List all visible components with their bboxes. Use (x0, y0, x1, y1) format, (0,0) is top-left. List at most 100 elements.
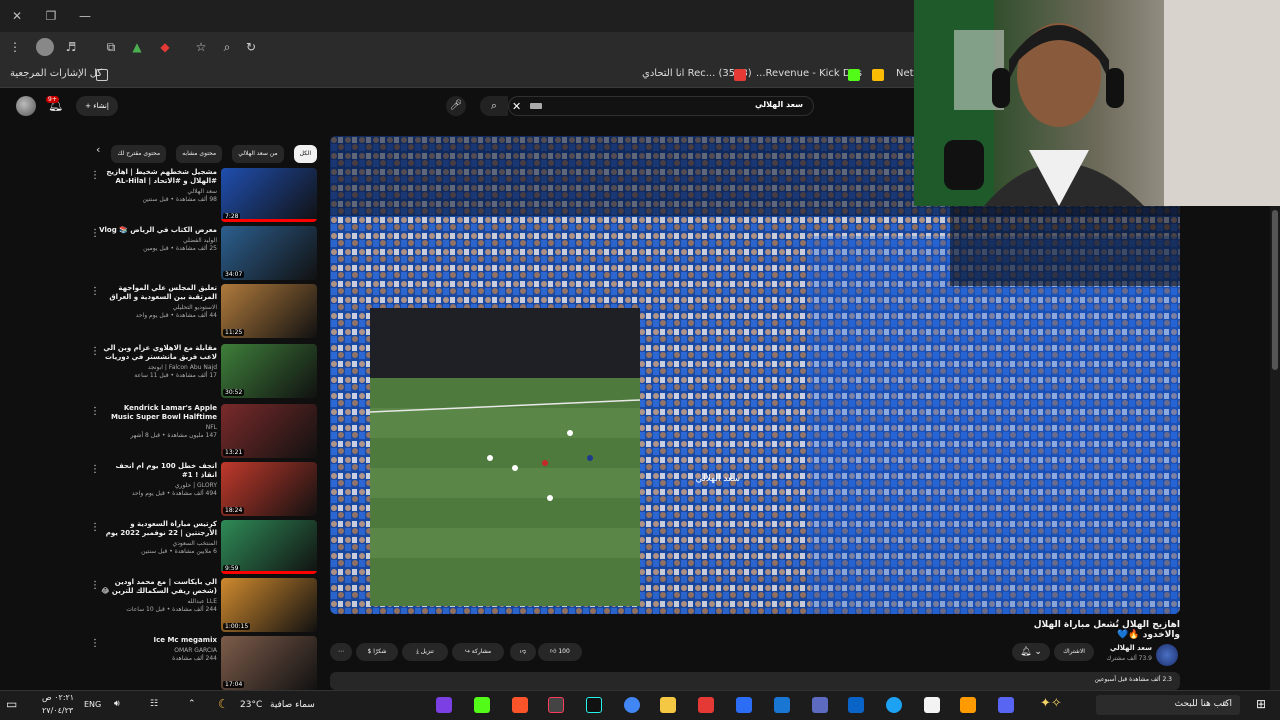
app-icon[interactable] (774, 697, 790, 713)
brave-app-icon[interactable] (512, 697, 528, 713)
windows-start-icon[interactable]: ⊞ (1256, 697, 1266, 711)
app-icon[interactable] (998, 697, 1014, 713)
extension-red-icon[interactable]: ◆ (156, 38, 174, 56)
recommendation-item[interactable]: 9:59 كرتيس مباراة السعودية و الأرجنتين | … (84, 520, 317, 576)
video-description[interactable]: 2.3 ألف مشاهدة قبل أسبوعين (330, 672, 1180, 690)
recommendation-channel[interactable]: GLORY | حلوري (99, 482, 217, 489)
edge-app-icon[interactable] (886, 697, 902, 713)
profile-avatar[interactable] (36, 38, 54, 56)
clear-search-icon[interactable]: ✕ (512, 100, 521, 113)
recommendation-title[interactable]: الي بايكاست | مع محمد اودين (شخص ريفي ال… (99, 578, 217, 596)
recommendation-channel[interactable]: OMAR GARCIA (99, 647, 217, 654)
more-options-icon[interactable]: ⋮ (90, 464, 100, 475)
recommendation-item[interactable]: 18:24 انجف خطل 100 يوم ام انحف انقاذ ! 1#… (84, 462, 317, 518)
app-icon[interactable] (436, 697, 452, 713)
store-app-icon[interactable] (924, 697, 940, 713)
more-options-icon[interactable]: ⋮ (90, 228, 100, 239)
recommendation-item[interactable]: 17:04 Ice Mc megamix OMAR GARCIA 244 ألف مش… (84, 636, 317, 692)
subscribe-button[interactable]: الاشتراك (1054, 643, 1094, 661)
voice-search-icon[interactable]: 🎤︎ (446, 96, 466, 116)
video-thumbnail[interactable]: 11:25 (221, 284, 317, 338)
video-thumbnail[interactable]: 30:52 (221, 344, 317, 398)
recommendation-channel[interactable]: NFL (99, 424, 217, 431)
recommendation-channel[interactable]: Falcon Abu Najd | ابونجد (99, 364, 217, 371)
video-thumbnail[interactable]: 7:28 (221, 168, 317, 222)
recommendation-item[interactable]: 11:25 تعليق المجلس علي المواجهة المرتقبة … (84, 284, 317, 340)
chip-from-channel[interactable]: من سعد الهلالي (232, 145, 284, 163)
bookmark-item[interactable]: Revenue - Kick Das... (756, 68, 862, 79)
minimize-icon[interactable]: — (76, 7, 94, 25)
video-thumbnail[interactable]: 17:04 (221, 636, 317, 690)
weather-temperature[interactable]: 23°C (240, 700, 262, 710)
network-icon[interactable]: ☷ (150, 699, 158, 709)
recommendation-item[interactable]: 34:07 معرض الكتاب في الرياض 📚 Vlog الوليد … (84, 226, 317, 282)
channel-name[interactable]: سعد الهلالي (1100, 644, 1152, 652)
taskbar-search-input[interactable]: اكتب هنا للبحث (1096, 695, 1240, 715)
menu-dots-icon[interactable]: ⋮ (6, 38, 24, 56)
video-thumbnail[interactable]: 18:24 (221, 462, 317, 516)
search-icon[interactable]: ⌕ (480, 96, 508, 116)
create-button[interactable]: + إنشاء (76, 96, 118, 116)
more-options-icon[interactable]: ⋮ (90, 638, 100, 649)
recommendation-channel[interactable]: المنتخب السعودي (99, 540, 217, 547)
more-actions-icon[interactable]: ⋯ (330, 643, 352, 661)
user-avatar[interactable] (16, 96, 36, 116)
video-thumbnail[interactable]: 34:07 (221, 226, 317, 280)
chevron-up-icon[interactable]: ⌃ (188, 699, 196, 709)
file-explorer-icon[interactable] (660, 697, 676, 713)
outlook-app-icon[interactable] (848, 697, 864, 713)
recommendation-item[interactable]: 1:00:15 الي بايكاست | مع محمد اودين (شخص … (84, 578, 317, 634)
download-button[interactable]: ⤓ تنزيل (402, 643, 448, 661)
extensions-icon[interactable]: ⧉ (102, 38, 120, 56)
video-thumbnail[interactable]: 1:00:15 (221, 578, 317, 632)
recommendation-title[interactable]: Ice Mc megamix (99, 636, 217, 645)
all-bookmarks-link[interactable]: كل الإشارات المرجعية (10, 68, 102, 79)
restore-icon[interactable]: ❐ (42, 7, 60, 25)
more-options-icon[interactable]: ⋮ (90, 406, 100, 417)
thanks-button[interactable]: $ شكرًا (356, 643, 398, 661)
kick-app-icon[interactable] (474, 697, 490, 713)
video-thumbnail[interactable]: 13:21 (221, 404, 317, 458)
recommendation-item[interactable]: 7:28 مشجيل شخطهم شخيط | اهازيج #الهلال و … (84, 168, 317, 224)
more-options-icon[interactable]: ⋮ (90, 522, 100, 533)
clock-date[interactable]: ٢٧/٠٤/٢٣ (42, 706, 73, 715)
notification-center-icon[interactable]: ▭ (6, 697, 17, 711)
drive-icon[interactable]: ▲ (128, 38, 146, 56)
like-button[interactable]: 👍︎ 100 (538, 643, 582, 661)
recommendation-title[interactable]: Kendrick Lamar's Apple Music Super Bowl … (99, 404, 217, 422)
zoom-icon[interactable]: ⌕ (218, 38, 236, 56)
recommendation-channel[interactable]: LLE عبدالله (99, 598, 217, 605)
recommendation-title[interactable]: مشجيل شخطهم شخيط | اهازيج #الهلال و #الا… (99, 168, 217, 186)
recommendation-title[interactable]: مقابلة مع الاهلاوي عزام وبن الي لاعب فري… (99, 344, 217, 362)
keyboard-icon[interactable] (530, 103, 542, 109)
recommendation-item[interactable]: 13:21 Kendrick Lamar's Apple Music Super … (84, 404, 317, 460)
more-options-icon[interactable]: ⋮ (90, 286, 100, 297)
chrome-app-icon[interactable] (624, 697, 640, 713)
recommendation-title[interactable]: تعليق المجلس علي المواجهة المرتقبة بين ا… (99, 284, 217, 302)
recommendation-channel[interactable]: سعد الهلالي (99, 188, 217, 195)
tiktok-app-icon[interactable] (586, 697, 602, 713)
sparkle-icon[interactable]: ✦✧ (1040, 696, 1062, 711)
language-indicator[interactable]: ENG (84, 700, 101, 709)
youtube-app-icon[interactable] (698, 697, 714, 713)
more-options-icon[interactable]: ⋮ (90, 170, 100, 181)
channel-avatar[interactable] (1156, 644, 1178, 666)
recommendation-title[interactable]: معرض الكتاب في الرياض 📚 Vlog (99, 226, 217, 235)
app-icon[interactable] (960, 697, 976, 713)
video-thumbnail[interactable]: 9:59 (221, 520, 317, 574)
weather-condition[interactable]: سماء صافية (270, 700, 315, 710)
bell-icon[interactable]: 🔔︎ ⌄ (1012, 643, 1050, 661)
share-button[interactable]: ↪ مشاركة (452, 643, 504, 661)
bookmark-star-icon[interactable]: ☆ (192, 38, 210, 56)
recommendation-title[interactable]: انجف خطل 100 يوم ام انحف انقاذ ! 1# (99, 462, 217, 480)
chip-all[interactable]: الكل (293, 145, 317, 163)
chip-related[interactable]: محتوى مشابه (176, 145, 223, 163)
dislike-button[interactable]: 👎︎ (510, 643, 536, 661)
recommendation-channel[interactable]: الوليد الفضلي (99, 237, 217, 244)
more-options-icon[interactable]: ⋮ (90, 346, 100, 357)
recommendation-title[interactable]: كرتيس مباراة السعودية و الأرجنتين | 22 ن… (99, 520, 217, 538)
recommendation-channel[interactable]: الاستوديو التحليلي (99, 304, 217, 311)
clock-time[interactable]: ٠٢:٢١ ص (42, 693, 74, 702)
obs-app-icon[interactable] (548, 697, 564, 713)
chip-recommended[interactable]: محتوى مقترح لك (111, 145, 167, 163)
